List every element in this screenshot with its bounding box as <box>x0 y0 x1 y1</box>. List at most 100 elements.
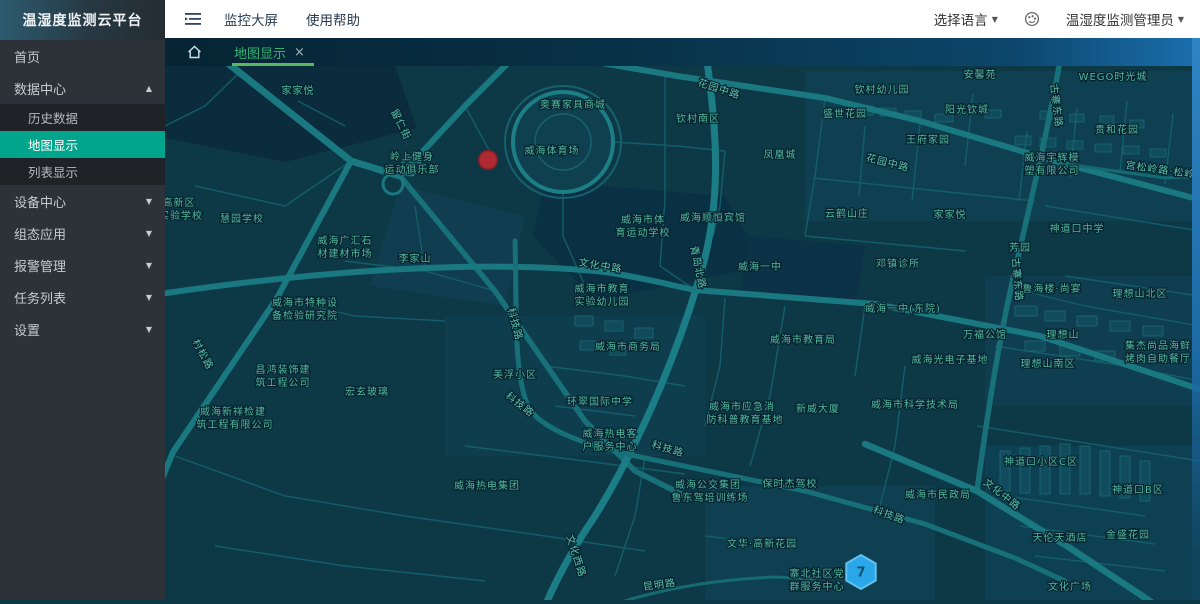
header-right: 选择语言 ▼ 温湿度监测管理员 ▼ <box>934 9 1200 29</box>
poi-label: 运动俱乐部 <box>385 163 440 176</box>
sidebar-item-home[interactable]: 首页 <box>0 40 165 72</box>
poi-label: 文化广场 <box>1048 580 1092 593</box>
sidebar-item-device-center[interactable]: 设备中心 ▼ <box>0 185 165 217</box>
poi-label: 奥赛家具商城 <box>540 98 606 111</box>
poi-label: 新威大厦 <box>796 402 840 415</box>
language-label: 选择语言 <box>934 9 988 29</box>
poi-label: 威海市体 <box>621 213 665 226</box>
poi-label: 威海热电集团 <box>454 479 520 492</box>
poi-label: 威海市科学技术局 <box>871 398 959 411</box>
poi-label: 威海市民政局 <box>905 488 971 501</box>
poi-label: 宏玄玻璃 <box>345 385 389 398</box>
poi-label: 威海公交集团 <box>675 478 741 491</box>
poi-label: 威海市教育 <box>575 282 630 295</box>
poi-label: 鲁海楼·尚宴 <box>1022 282 1081 295</box>
nav-help[interactable]: 使用帮助 <box>306 9 360 29</box>
poi-label: 威海市教育局 <box>770 333 836 346</box>
poi-label: 筑工程有限公司 <box>197 418 274 431</box>
palette-icon <box>1024 11 1040 27</box>
sidebar-item-map-display[interactable]: 地图显示 <box>0 131 165 158</box>
poi-label: 威海光电子基地 <box>912 353 989 366</box>
collapse-sidebar-button[interactable] <box>185 12 202 26</box>
poi-label: 威海市特种设 <box>272 296 338 309</box>
language-selector[interactable]: 选择语言 ▼ <box>934 9 998 29</box>
user-menu[interactable]: 温湿度监测管理员 ▼ <box>1066 9 1184 29</box>
poi-label: 环翠国际中学 <box>567 395 633 408</box>
poi-label: 防科普教育基地 <box>707 413 784 426</box>
poi-label: 保时杰驾校 <box>763 477 818 490</box>
poi-label: 材建材市场 <box>318 247 373 260</box>
sidebar-item-label: 组态应用 <box>14 224 66 243</box>
poi-label: 万福公馆 <box>963 328 1007 341</box>
poi-label: 威海体育场 <box>525 144 580 157</box>
poi-label: 筑工程公司 <box>256 376 311 389</box>
user-name: 温湿度监测管理员 <box>1066 9 1174 29</box>
poi-label: 理想山南区 <box>1021 357 1076 370</box>
sidebar-item-label: 列表显示 <box>28 162 78 181</box>
top-header: 监控大屏 使用帮助 选择语言 ▼ 温湿度监测管理员 ▼ <box>165 0 1200 38</box>
poi-label: 芳园 <box>1009 241 1031 254</box>
sidebar-item-data-center[interactable]: 数据中心 ▲ <box>0 72 165 104</box>
poi-label: 盛世花园 <box>823 107 867 120</box>
sidebar-item-task-list[interactable]: 任务列表 ▼ <box>0 281 165 313</box>
app-title: 温湿度监测云平台 <box>0 0 165 40</box>
poi-label: 安馨苑 <box>964 68 997 81</box>
tab-label: 地图显示 <box>234 43 286 62</box>
poi-label: 神道口中学 <box>1050 222 1105 235</box>
poi-label: 户服务中心 <box>583 440 638 453</box>
sidebar-item-alarm-management[interactable]: 报警管理 ▼ <box>0 249 165 281</box>
sidebar-item-label: 地图显示 <box>28 135 78 154</box>
poi-label: 集杰尚品海鲜 <box>1125 339 1191 352</box>
sidebar-item-settings[interactable]: 设置 ▼ <box>0 313 165 345</box>
poi-label: 威海市商务局 <box>595 340 661 353</box>
sidebar-item-configuration-app[interactable]: 组态应用 ▼ <box>0 217 165 249</box>
sidebar: 温湿度监测云平台 首页 数据中心 ▲ 历史数据 地图显示 列表显示 设备中心 ▼… <box>0 0 165 600</box>
poi-label: 贵和花园 <box>1095 123 1139 136</box>
poi-label: 实验学校 <box>165 209 203 222</box>
home-tab-button[interactable] <box>187 45 202 59</box>
alert-marker[interactable] <box>479 151 498 170</box>
poi-label: 钦村幼儿园 <box>855 83 910 96</box>
poi-label: 慧园学校 <box>220 212 264 225</box>
poi-label: 理想山 <box>1047 328 1080 341</box>
poi-label: 寨北社区党 <box>790 567 845 580</box>
poi-label: 凤凰城 <box>764 149 797 161</box>
sidebar-item-list-display[interactable]: 列表显示 <box>0 158 165 185</box>
poi-label: 烤肉自助餐厅 <box>1125 352 1191 365</box>
poi-label: 金盛花园 <box>1106 528 1150 541</box>
map-canvas[interactable]: 家家悦奥赛家具商城威海体育场钦村南区凤凰城盛世花园钦村幼儿园安馨苑WEGO时光城… <box>165 66 1200 600</box>
poi-label: 群服务中心 <box>790 580 845 593</box>
sidebar-item-label: 任务列表 <box>14 288 66 307</box>
poi-label: 云鹤山庄 <box>825 207 869 220</box>
nav-monitor-screen[interactable]: 监控大屏 <box>224 9 278 29</box>
poi-label: 威海广汇石 <box>318 234 373 247</box>
chevron-up-icon: ▲ <box>146 84 152 93</box>
theme-palette-button[interactable] <box>1024 11 1040 27</box>
poi-label: 备检验研究院 <box>272 309 338 322</box>
poi-label: 威海市应急消 <box>709 400 775 413</box>
poi-label: 实验幼儿园 <box>575 295 630 308</box>
tab-map-display[interactable]: 地图显示 × <box>234 38 305 66</box>
sidebar-item-history-data[interactable]: 历史数据 <box>0 104 165 131</box>
poi-label: 威海热电客 <box>583 427 638 440</box>
poi-label: 神道口小区C区 <box>1004 455 1078 468</box>
poi-label: 威海宇辉模 <box>1025 151 1080 164</box>
poi-label: 家家悦 <box>934 208 967 221</box>
close-icon[interactable]: × <box>294 45 305 60</box>
tab-bar: 地图显示 × <box>165 38 1200 67</box>
poi-label: 威海新祥检建 <box>200 405 266 418</box>
poi-label: 威海一中 <box>738 260 782 273</box>
poi-label: 岭上健身 <box>390 150 434 163</box>
poi-label: 阳光钦城 <box>945 103 989 116</box>
chevron-down-icon: ▼ <box>1178 15 1184 24</box>
home-icon <box>187 45 202 59</box>
sidebar-item-label: 历史数据 <box>28 108 78 127</box>
poi-label: 威海一中(东院) <box>865 302 941 315</box>
poi-label: 美浮小区 <box>493 368 537 381</box>
poi-label: 神道口B区 <box>1112 483 1164 496</box>
sidebar-item-label: 设置 <box>14 320 40 339</box>
content-edge-strip <box>1192 38 1200 600</box>
map-container[interactable]: 家家悦奥赛家具商城威海体育场钦村南区凤凰城盛世花园钦村幼儿园安馨苑WEGO时光城… <box>165 66 1200 600</box>
poi-label: 王府家园 <box>906 133 950 146</box>
poi-label: 昌鸿装饰建 <box>256 363 311 376</box>
